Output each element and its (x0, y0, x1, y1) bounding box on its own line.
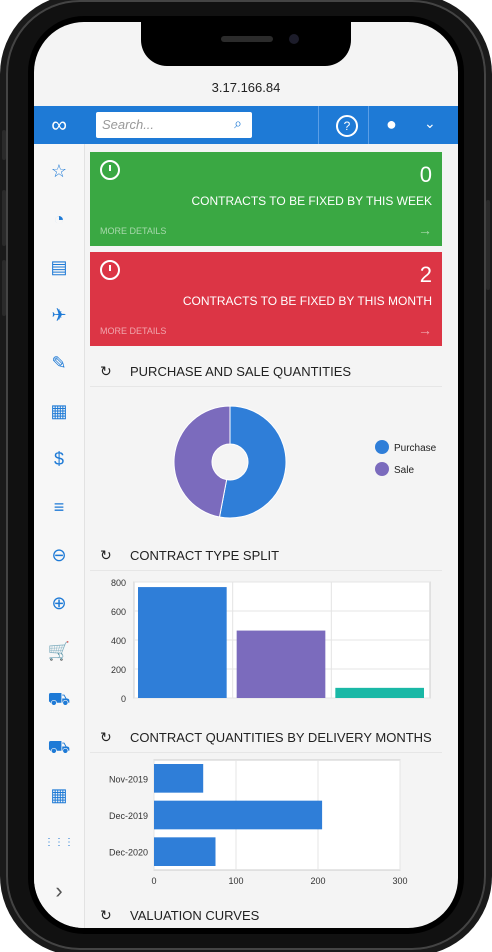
bar-1 (236, 630, 326, 698)
card-label: CONTRACTS TO BE FIXED BY THIS MONTH (182, 294, 432, 308)
arrow-right-icon[interactable]: → (418, 222, 432, 238)
more-details-link[interactable]: MORE DETAILS (100, 226, 166, 236)
camera (289, 34, 299, 44)
valuation-curves-header: ↻ VALUATION CURVES (90, 900, 442, 928)
refresh-icon[interactable]: ↻ (100, 729, 112, 746)
legend-label-purchase: Purchase (394, 443, 437, 454)
contracts-week-card[interactable]: 0 CONTRACTS TO BE FIXED BY THIS WEEK MOR… (90, 152, 442, 246)
bar-0 (138, 587, 227, 698)
purchase-sale-donut-chart: Purchase Sale (173, 405, 437, 519)
section-title: PURCHASE AND SALE QUANTITIES (130, 364, 352, 379)
top-navigation-bar: ∞ Search... ⌕ ? ● ⌄ (34, 106, 458, 144)
bar-0 (154, 764, 204, 793)
card-count: 0 (419, 162, 432, 187)
dollar-icon[interactable]: $ (34, 444, 84, 474)
search-placeholder: Search... (102, 117, 155, 132)
x-tick-label: 0 (151, 876, 156, 886)
mute-switch (2, 130, 6, 160)
sidebar: ☆ ◔ ▤ ✈ ✎ ▦ $ ≡ ⊖ ⊕ 🛒 ⛟ ⛟ ▦ ⋮⋮⋮ › (34, 144, 85, 928)
chevron-down-icon[interactable]: ⌄ (424, 115, 436, 132)
legend-marker-sale (375, 462, 389, 476)
card-count: 2 (419, 262, 432, 287)
main-content: 0 CONTRACTS TO BE FIXED BY THIS WEEK MOR… (90, 144, 452, 928)
card-label: CONTRACTS TO BE FIXED BY THIS WEEK (191, 194, 433, 208)
truck-icon[interactable]: ⛟ (34, 684, 84, 714)
minus-circle-icon[interactable]: ⊖ (34, 540, 84, 570)
truck-icon-2[interactable]: ⛟ (34, 732, 84, 762)
star-icon[interactable]: ☆ (34, 156, 84, 186)
y-tick-label: Dec-2020 (109, 848, 148, 858)
notch (141, 22, 351, 66)
contract-type-header: ↻ CONTRACT TYPE SPLIT (90, 540, 442, 571)
plane-icon[interactable]: ✈ (34, 300, 84, 330)
bar-1 (154, 800, 323, 830)
y-tick-label: 0 (121, 694, 126, 704)
volume-up-button (2, 190, 6, 246)
calculator-icon-2[interactable]: ▦ (34, 780, 84, 810)
x-tick-label: 100 (228, 876, 243, 886)
screen: 3.17.166.84 ∞ Search... ⌕ ? ● ⌄ ☆ ◔ ▤ ✈ ✎ ▦ $ ≡… (34, 22, 458, 928)
contract-type-bar-chart: 0 200 400 600 800 (111, 578, 431, 704)
chevron-right-icon[interactable]: › (34, 876, 84, 906)
contract-icon[interactable]: ▤ (34, 252, 84, 282)
section-title: CONTRACT TYPE SPLIT (130, 548, 280, 563)
section-title: VALUATION CURVES (130, 908, 260, 923)
x-tick-label: 300 (392, 876, 407, 886)
bars-icon[interactable]: ≡ (34, 492, 84, 522)
y-tick-label: 600 (111, 607, 126, 617)
more-details-link[interactable]: MORE DETAILS (100, 326, 166, 336)
search-input[interactable]: Search... ⌕ (96, 112, 252, 138)
purchase-sale-header: ↻ PURCHASE AND SALE QUANTITIES (90, 356, 442, 387)
bar-2 (335, 687, 424, 698)
search-icon[interactable]: ⌕ (234, 115, 242, 132)
y-tick-label: 800 (111, 578, 126, 588)
help-icon[interactable]: ? (336, 115, 358, 137)
contracts-month-card[interactable]: 2 CONTRACTS TO BE FIXED BY THIS MONTH MO… (90, 252, 442, 346)
power-button (486, 200, 490, 290)
refresh-icon[interactable]: ↻ (100, 907, 112, 924)
y-tick-label: 200 (111, 665, 126, 675)
divider (318, 106, 319, 144)
section-title: CONTRACT QUANTITIES BY DELIVERY MONTHS (130, 730, 432, 745)
y-tick-label: Nov-2019 (109, 774, 148, 784)
cart-icon[interactable]: 🛒 (34, 636, 84, 666)
volume-down-button (2, 260, 6, 316)
arrow-right-icon[interactable]: → (418, 322, 432, 338)
refresh-icon[interactable]: ↻ (100, 363, 112, 380)
bar-2 (154, 837, 216, 866)
clock-icon (100, 260, 120, 280)
grid-icon[interactable]: ⋮⋮⋮ (34, 828, 84, 858)
divider (368, 106, 369, 144)
pie-chart-icon[interactable]: ◔ (34, 204, 84, 234)
y-tick-label: Dec-2019 (109, 811, 148, 821)
pie-slice-sale (173, 405, 231, 518)
url-bar[interactable]: 3.17.166.84 (34, 70, 458, 106)
speaker (221, 36, 273, 42)
delivery-months-bar-chart: 0 100 200 300 Nov-2019 Dec-2019 Dec-2020 (109, 759, 408, 886)
calculator-icon[interactable]: ▦ (34, 396, 84, 426)
legend-label-sale: Sale (394, 465, 414, 476)
refresh-icon[interactable]: ↻ (100, 547, 112, 564)
edit-icon[interactable]: ✎ (34, 348, 84, 378)
y-tick-label: 400 (111, 636, 126, 646)
user-icon[interactable]: ● (386, 114, 397, 135)
app-logo-icon[interactable]: ∞ (34, 106, 84, 144)
delivery-months-header: ↻ CONTRACT QUANTITIES BY DELIVERY MONTHS (90, 722, 442, 753)
clock-icon (100, 160, 120, 180)
x-tick-label: 200 (310, 876, 325, 886)
legend-marker-purchase (375, 440, 389, 454)
plus-circle-icon[interactable]: ⊕ (34, 588, 84, 618)
